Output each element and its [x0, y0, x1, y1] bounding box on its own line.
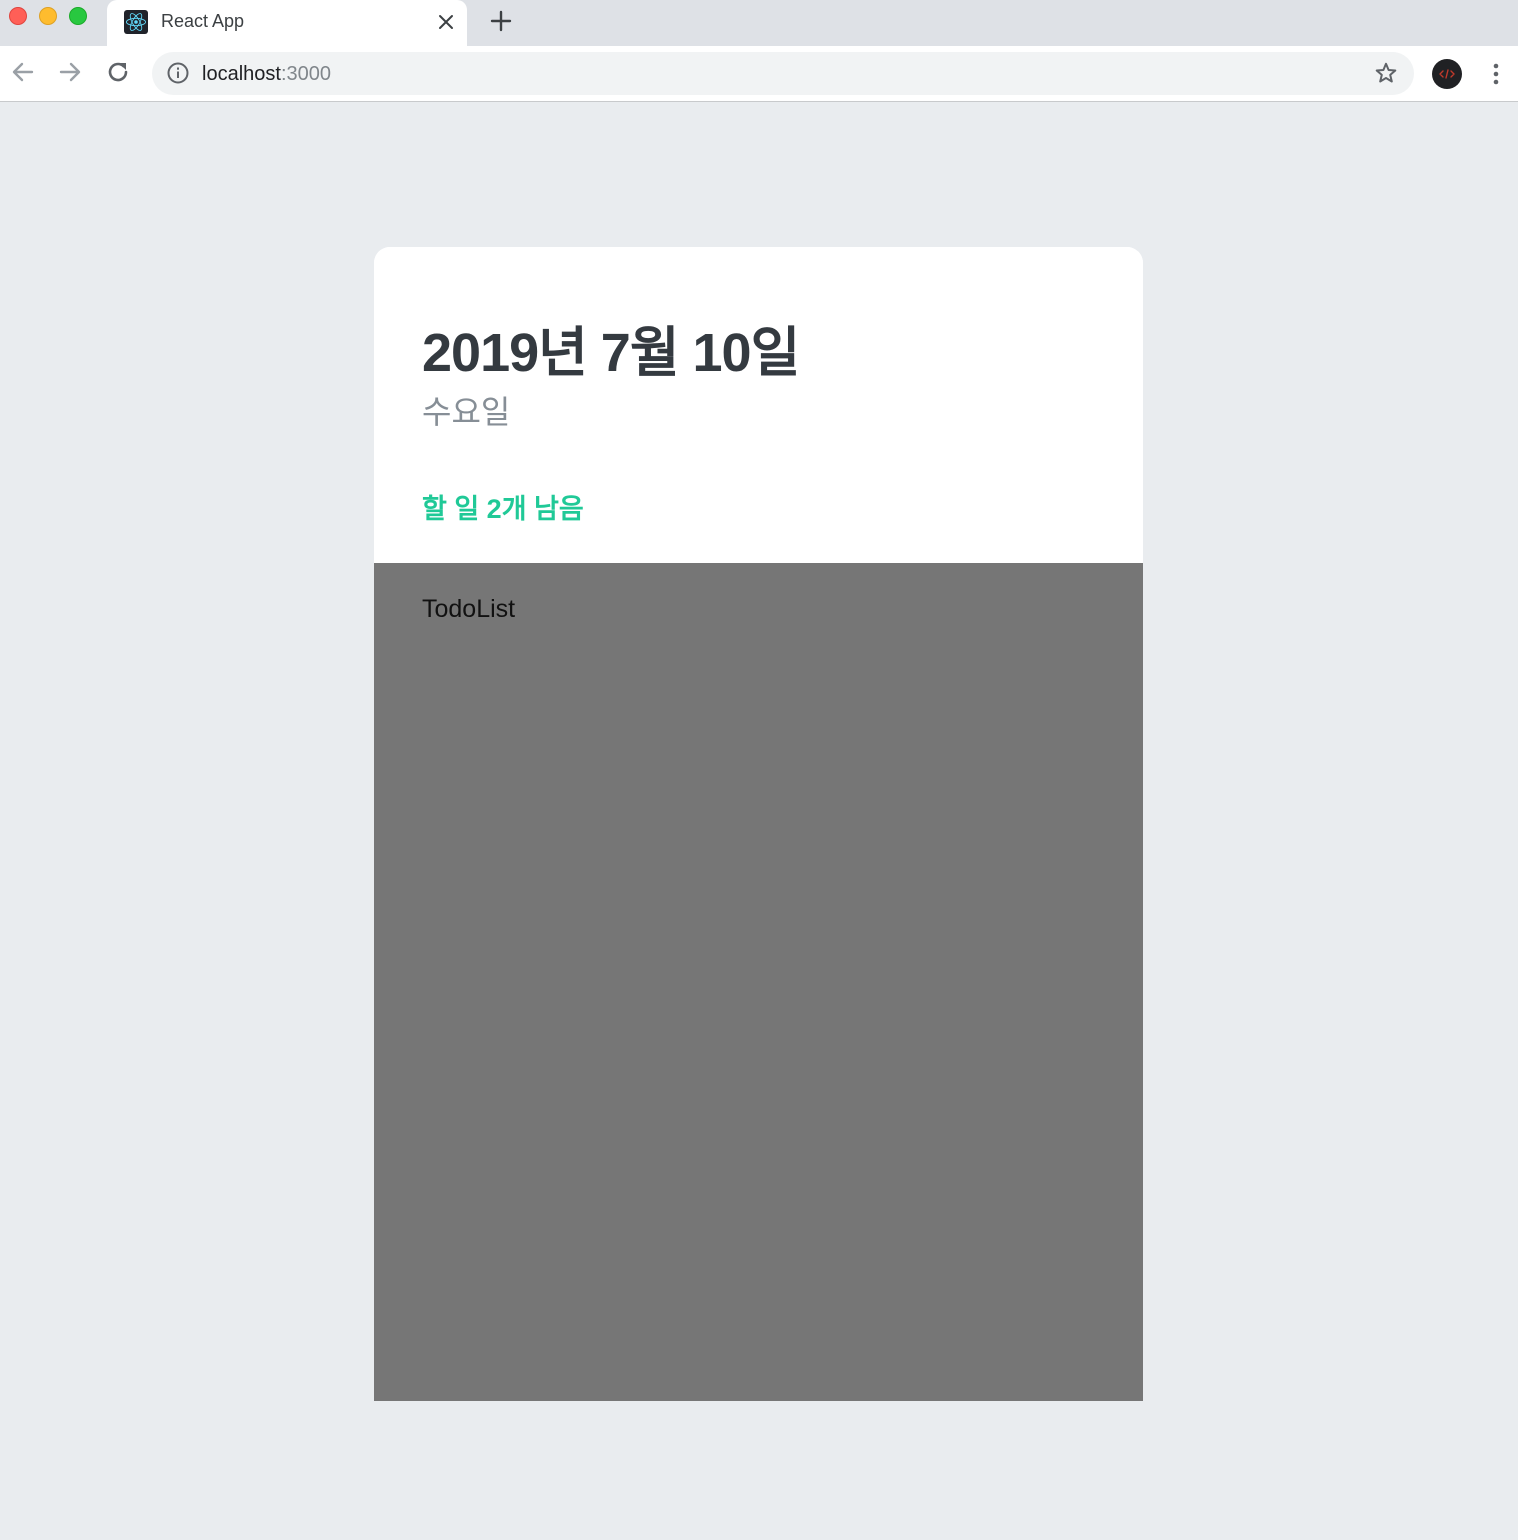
- more-vert-icon[interactable]: [1484, 60, 1508, 88]
- todo-template: 2019년 7월 10일 수요일 할 일 2개 남음 TodoList: [374, 247, 1143, 1401]
- day-label: 수요일: [422, 394, 511, 430]
- arrow-left-icon[interactable]: [9, 58, 37, 86]
- address-bar[interactable]: localhost:3000: [152, 52, 1414, 95]
- browser-titlebar: React App: [0, 0, 1518, 46]
- info-icon[interactable]: [167, 62, 189, 84]
- url-port: :3000: [280, 63, 331, 85]
- react-logo-icon: [124, 10, 148, 34]
- window-close-button[interactable]: [9, 7, 27, 25]
- window-maximize-button[interactable]: [69, 7, 87, 25]
- profile-avatar[interactable]: [1432, 59, 1462, 89]
- reload-icon[interactable]: [104, 58, 132, 86]
- close-icon[interactable]: [433, 9, 459, 35]
- arrow-right-icon[interactable]: [56, 58, 84, 86]
- url-host: localhost: [202, 63, 281, 85]
- browser-toolbar: localhost:3000: [0, 46, 1518, 102]
- todo-list-label: TodoList: [422, 595, 516, 623]
- date-title: 2019년 7월 10일: [422, 323, 800, 383]
- window-minimize-button[interactable]: [39, 7, 57, 25]
- todo-list: TodoList: [374, 563, 1143, 1401]
- star-icon[interactable]: [1374, 61, 1398, 85]
- url-text[interactable]: localhost:3000: [202, 63, 331, 86]
- todo-head: 2019년 7월 10일 수요일 할 일 2개 남음: [374, 247, 1143, 563]
- tab-title: React App: [161, 11, 245, 31]
- tasks-left-count: 할 일 2개 남음: [422, 494, 584, 524]
- plus-icon[interactable]: [486, 6, 516, 36]
- browser-tab[interactable]: React App: [107, 0, 467, 46]
